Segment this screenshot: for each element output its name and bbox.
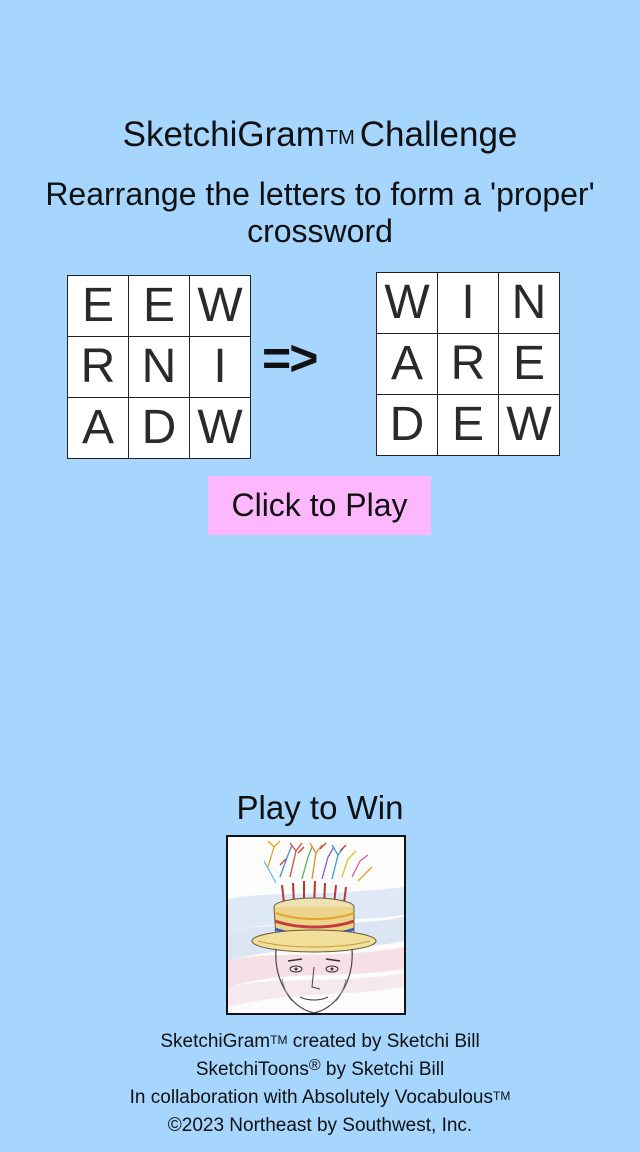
registered-mark: ® (308, 1057, 321, 1074)
solved-tile: A (377, 334, 437, 394)
title-trademark: TM (325, 127, 355, 149)
copyright-line: ©2023 Northeast by Southwest, Inc. (167, 1115, 473, 1136)
scrambled-tile: W (190, 398, 250, 458)
scrambled-tile: A (68, 398, 128, 458)
solved-tile: E (438, 395, 498, 455)
play-to-win-label: Play to Win (236, 789, 404, 826)
solved-tile: R (438, 334, 498, 394)
solved-tile: I (438, 273, 498, 333)
scrambled-tile: E (129, 276, 189, 336)
birthday-cake-hat-sketch-icon (228, 840, 404, 1013)
solved-tile: D (377, 395, 437, 455)
trademark-mark: TM (493, 1089, 511, 1103)
click-to-play-button[interactable]: Click to Play (208, 476, 431, 535)
scrambled-tile: D (129, 398, 189, 458)
instructions-text: Rearrange the letters to form a 'proper'… (45, 176, 595, 249)
credits: SketchiGramTM created by Sketchi Bill Sk… (0, 1028, 640, 1140)
solved-tile: E (499, 334, 559, 394)
credit-line-sketchitoons: SketchiToons® by Sketchi Bill (195, 1057, 445, 1080)
scrambled-grid: E E W R N I A D W (67, 275, 251, 459)
scrambled-tile: N (129, 337, 189, 397)
credit-line-sketchigram: SketchiGramTM created by Sketchi Bill (160, 1031, 480, 1052)
scrambled-tile: I (190, 337, 250, 397)
trademark-mark: TM (270, 1033, 288, 1047)
solved-tile: W (377, 273, 437, 333)
title-name: SketchiGram (122, 115, 325, 154)
solved-tile: N (499, 273, 559, 333)
scrambled-tile: E (68, 276, 128, 336)
credit-line-collaboration: In collaboration with Absolutely Vocabul… (129, 1087, 511, 1108)
solved-tile: W (499, 395, 559, 455)
transform-arrow: => (262, 330, 318, 386)
page-title: SketchiGramTM Challenge (0, 112, 640, 158)
solved-grid: W I N A R E D E W (376, 272, 560, 456)
title-suffix: Challenge (359, 115, 518, 154)
scrambled-tile: W (190, 276, 250, 336)
scrambled-tile: R (68, 337, 128, 397)
sketch-artwork-image[interactable] (226, 835, 406, 1015)
